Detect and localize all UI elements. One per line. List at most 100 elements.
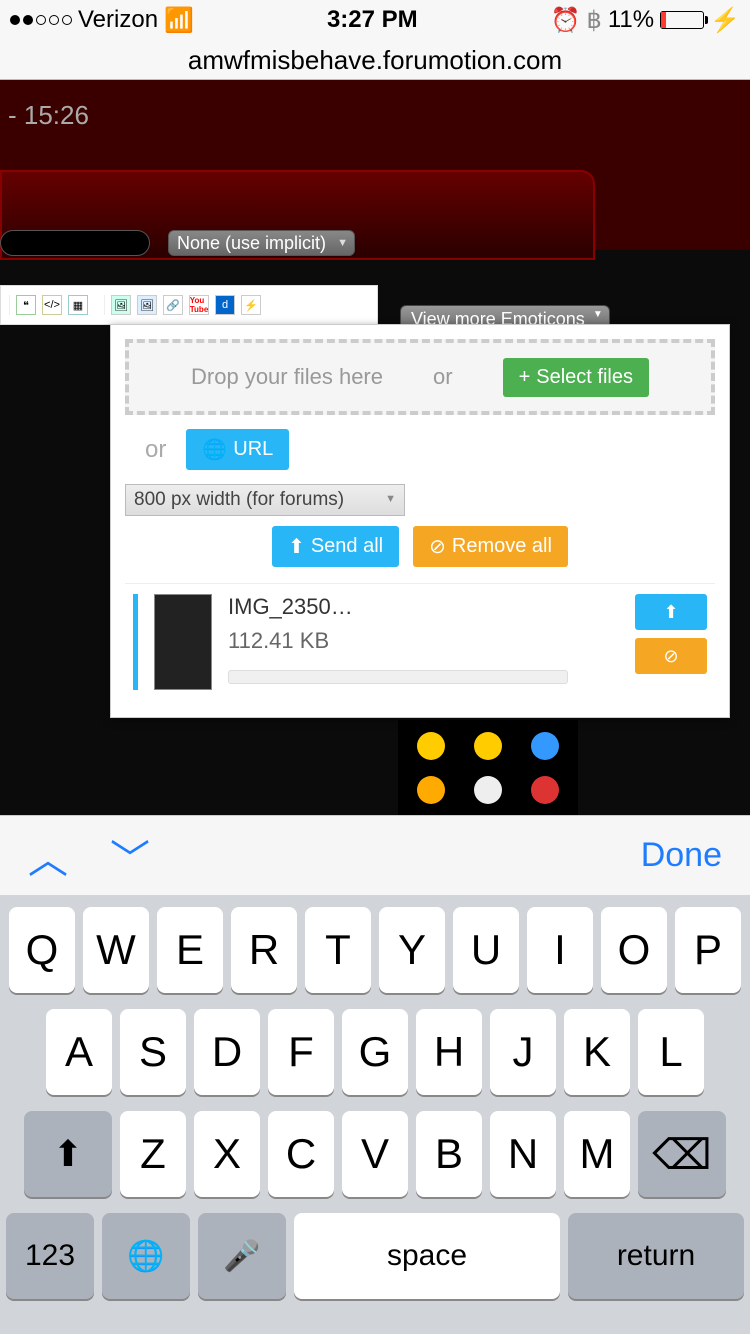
key-d[interactable]: D <box>194 1009 260 1095</box>
key-t[interactable]: T <box>305 907 371 993</box>
key-p[interactable]: P <box>675 907 741 993</box>
link-icon[interactable]: 🔗 <box>163 295 183 315</box>
key-b[interactable]: B <box>416 1111 482 1197</box>
url-button[interactable]: 🌐 URL <box>186 429 289 470</box>
or-label-2: or <box>145 436 166 464</box>
next-field-button[interactable]: ﹀ <box>110 827 150 885</box>
key-f[interactable]: F <box>268 1009 334 1095</box>
cancel-icon: ⊘ <box>663 646 678 667</box>
key-y[interactable]: Y <box>379 907 445 993</box>
emoji-tomato[interactable] <box>531 776 559 804</box>
address-bar[interactable]: amwfmisbehave.forumotion.com <box>0 40 750 80</box>
plus-icon: + <box>519 366 531 389</box>
progress-bar <box>228 670 568 684</box>
key-g[interactable]: G <box>342 1009 408 1095</box>
upload-icon: ⬆ <box>663 602 678 623</box>
code-icon[interactable]: </> <box>42 295 62 315</box>
key-n[interactable]: N <box>490 1111 556 1197</box>
key-o[interactable]: O <box>601 907 667 993</box>
key-l[interactable]: L <box>638 1009 704 1095</box>
key-r[interactable]: R <box>231 907 297 993</box>
table-icon[interactable]: ▦ <box>68 295 88 315</box>
numbers-key[interactable]: 123 <box>6 1213 94 1299</box>
shift-key[interactable]: ⬆ <box>24 1111 112 1197</box>
status-bar: Verizon 📶 3:27 PM ⏰ ฿ 11% ⚡ <box>0 0 750 40</box>
emoji-sleep[interactable] <box>531 732 559 760</box>
key-z[interactable]: Z <box>120 1111 186 1197</box>
dropzone[interactable]: Drop your files here or + Select files <box>125 339 715 415</box>
wifi-icon: 📶 <box>164 6 194 35</box>
signal-strength-icon <box>10 15 72 25</box>
emoji-sun[interactable] <box>417 776 445 804</box>
emoji-grin[interactable] <box>474 732 502 760</box>
space-key[interactable]: space <box>294 1213 560 1299</box>
remove-all-label: Remove all <box>452 535 552 558</box>
key-h[interactable]: H <box>416 1009 482 1095</box>
send-all-label: Send all <box>311 535 383 558</box>
post-timestamp: - 15:26 <box>8 100 89 131</box>
color-select[interactable]: None (use implicit) <box>168 230 355 256</box>
resize-select[interactable]: 800 px width (for forums) <box>125 484 405 516</box>
upload-icon: ⬆ <box>288 534 305 559</box>
globe-key[interactable]: 🌐 <box>102 1213 190 1299</box>
shift-icon: ⬆ <box>53 1133 83 1175</box>
keyboard-accessory: ︿ ﹀ Done <box>0 815 750 895</box>
bluetooth-icon: ฿ <box>587 6 602 35</box>
mic-key[interactable]: 🎤 <box>198 1213 286 1299</box>
flash-icon[interactable]: ⚡ <box>241 295 261 315</box>
clock: 3:27 PM <box>327 6 418 34</box>
key-c[interactable]: C <box>268 1111 334 1197</box>
done-button[interactable]: Done <box>641 836 722 875</box>
key-a[interactable]: A <box>46 1009 112 1095</box>
upload-modal: Drop your files here or + Select files o… <box>110 324 730 718</box>
key-m[interactable]: M <box>564 1111 630 1197</box>
keyboard: QWERTYUIOP ASDFGHJKL ⬆ ZXCVBNM⌫ 123 🌐 🎤 … <box>0 895 750 1334</box>
send-all-button[interactable]: ⬆ Send all <box>272 526 399 567</box>
key-j[interactable]: J <box>490 1009 556 1095</box>
editor-toolbar: ❝ </> ▦ 🖼 🖼 🔗 YouTube d ⚡ <box>0 285 378 325</box>
file-size: 112.41 KB <box>228 628 619 654</box>
web-content: - 15:26 None (use implicit) ❝ </> ▦ 🖼 🖼 … <box>0 80 750 815</box>
prev-field-button[interactable]: ︿ <box>28 827 68 885</box>
backspace-key[interactable]: ⌫ <box>638 1111 726 1197</box>
or-label: or <box>433 364 453 390</box>
dailymotion-icon[interactable]: d <box>215 295 235 315</box>
dropzone-label: Drop your files here <box>191 364 383 390</box>
key-k[interactable]: K <box>564 1009 630 1095</box>
key-w[interactable]: W <box>83 907 149 993</box>
key-u[interactable]: U <box>453 907 519 993</box>
title-input[interactable] <box>0 230 150 256</box>
file-item: IMG_2350… 112.41 KB ⬆ ⊘ <box>125 583 715 700</box>
remove-file-button[interactable]: ⊘ <box>635 638 707 674</box>
key-s[interactable]: S <box>120 1009 186 1095</box>
charging-icon: ⚡ <box>710 6 740 35</box>
backspace-icon: ⌫ <box>652 1130 711 1179</box>
emoji-smile[interactable] <box>417 732 445 760</box>
cancel-icon: ⊘ <box>429 534 446 559</box>
file-accent-bar <box>133 594 138 690</box>
battery-percent: 11% <box>608 6 654 34</box>
key-e[interactable]: E <box>157 907 223 993</box>
emoticons-panel <box>398 720 578 815</box>
upload-file-button[interactable]: ⬆ <box>635 594 707 630</box>
host-image-icon[interactable]: 🖼 <box>137 295 157 315</box>
file-name: IMG_2350… <box>228 594 619 620</box>
globe-icon: 🌐 <box>202 437 227 462</box>
select-files-button[interactable]: + Select files <box>503 358 649 397</box>
key-i[interactable]: I <box>527 907 593 993</box>
url-button-label: URL <box>233 438 273 461</box>
globe-icon: 🌐 <box>127 1239 164 1274</box>
file-thumbnail <box>154 594 212 690</box>
youtube-icon[interactable]: YouTube <box>189 295 209 315</box>
key-v[interactable]: V <box>342 1111 408 1197</box>
select-files-label: Select files <box>536 366 633 389</box>
battery-icon <box>660 11 704 29</box>
key-q[interactable]: Q <box>9 907 75 993</box>
remove-all-button[interactable]: ⊘ Remove all <box>413 526 568 567</box>
return-key[interactable]: return <box>568 1213 744 1299</box>
key-x[interactable]: X <box>194 1111 260 1197</box>
emoji-shock[interactable] <box>474 776 502 804</box>
image-icon[interactable]: 🖼 <box>111 295 131 315</box>
mic-icon: 🎤 <box>223 1239 260 1274</box>
quote-icon[interactable]: ❝ <box>16 295 36 315</box>
